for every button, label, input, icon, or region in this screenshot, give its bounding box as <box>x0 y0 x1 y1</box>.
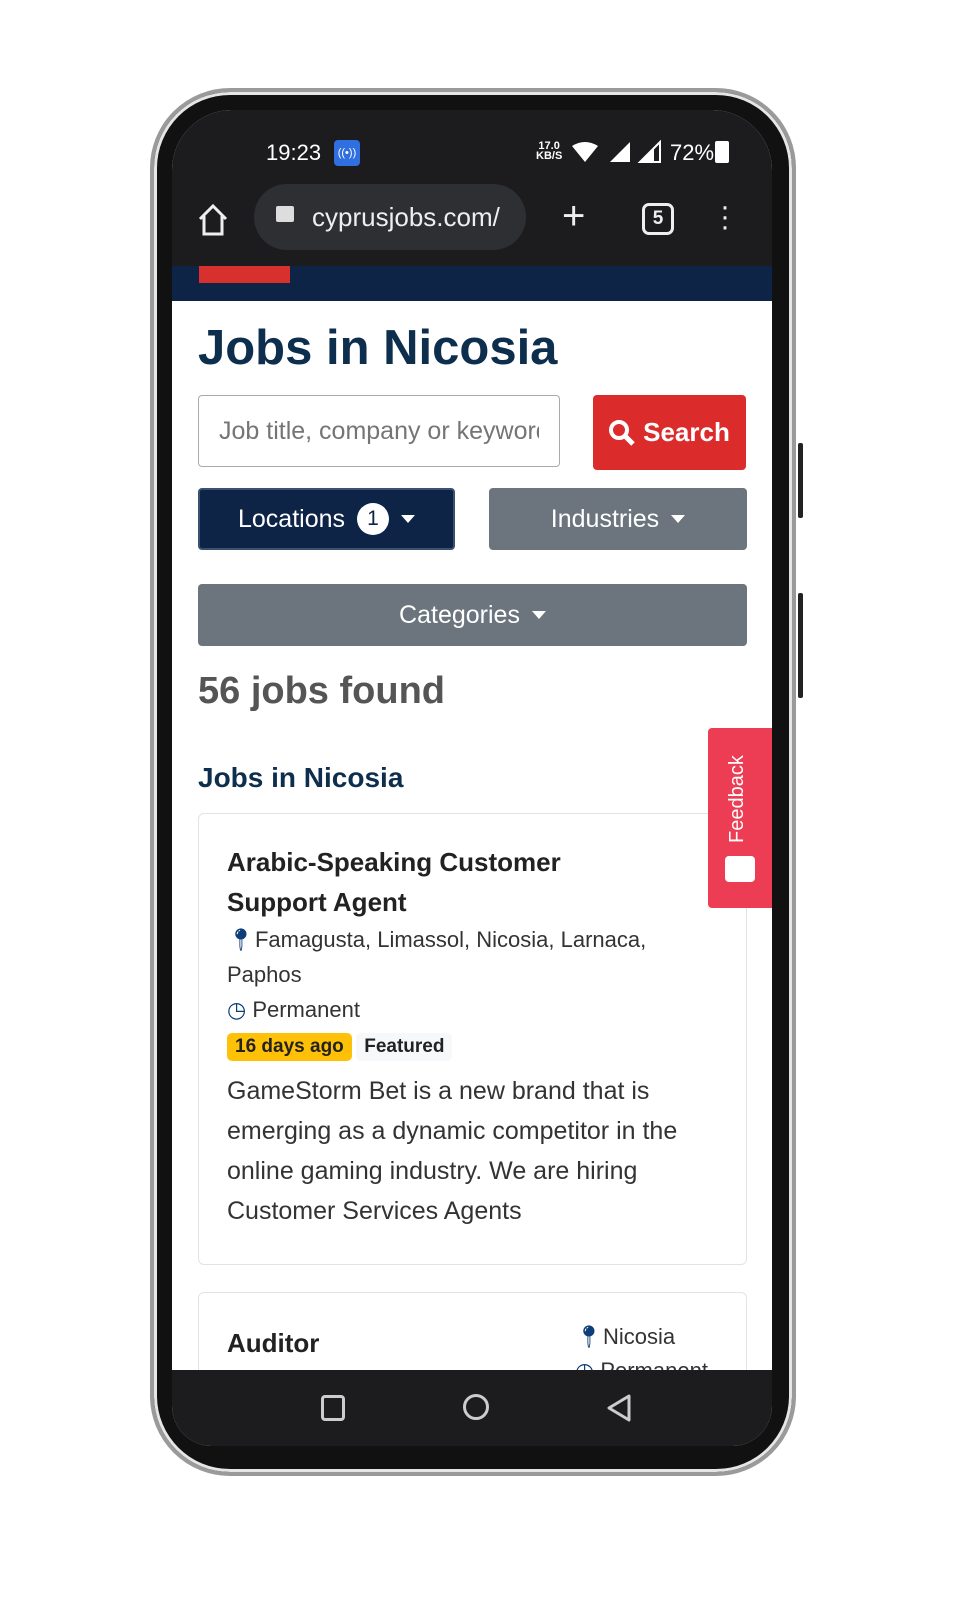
android-nav-bar <box>172 1370 772 1446</box>
caret-down-icon <box>401 515 416 523</box>
net-speed: 17.0 KB/S <box>536 141 563 162</box>
posted-badge: 16 days ago <box>227 1033 352 1061</box>
hotspot-icon: ((•)) <box>334 140 360 166</box>
page-title: Jobs in Nicosia <box>198 321 558 375</box>
job-locations: 📍︎Famagusta, Limassol, Nicosia, Larnaca,… <box>227 922 687 992</box>
industries-label: Industries <box>550 504 660 533</box>
job-description: GameStorm Bet is a new brand that is eme… <box>227 1077 678 1225</box>
feedback-label: Feedback <box>726 755 748 843</box>
categories-dropdown[interactable]: Categories <box>198 584 747 646</box>
wifi-icon <box>572 142 598 162</box>
job-locations-text: Nicosia <box>602 1324 676 1349</box>
signal-icon <box>610 140 661 163</box>
search-icon <box>609 419 635 446</box>
home-icon[interactable] <box>196 203 230 237</box>
battery-icon <box>715 141 729 163</box>
map-pin-icon: 📍︎ <box>227 927 255 952</box>
address-bar[interactable]: cyprusjobs.com/ <box>254 184 526 250</box>
job-title[interactable]: Auditor <box>227 1323 319 1363</box>
caret-down-icon <box>671 515 686 523</box>
url-text: cyprusjobs.com/ <box>312 202 500 232</box>
job-type: ◷ Permanent <box>227 992 718 1027</box>
section-title: Jobs in Nicosia <box>198 762 404 793</box>
new-tab-icon[interactable]: + <box>562 194 585 239</box>
locations-label: Locations <box>237 504 346 533</box>
status-bar: 19:23 ((•)) 17.0 KB/S 72% <box>172 110 772 190</box>
locations-dropdown[interactable]: Locations 1 <box>198 488 455 550</box>
map-pin-icon: 📍︎ <box>575 1324 603 1349</box>
battery-percent: 72% <box>670 140 715 165</box>
back-button[interactable] <box>605 1393 633 1423</box>
site-logo[interactable] <box>199 266 290 283</box>
menu-icon[interactable]: · · · <box>720 192 730 242</box>
search-button[interactable]: Search <box>593 395 746 470</box>
power-button <box>798 593 803 698</box>
job-locations: 📍︎Nicosia <box>575 1319 675 1354</box>
clock-icon: ◷ <box>227 997 253 1022</box>
browser-toolbar: cyprusjobs.com/ + 5 · · · <box>172 184 772 266</box>
phone-screen: 19:23 ((•)) 17.0 KB/S 72% cyprusjobs.com/… <box>172 110 772 1446</box>
feedback-face-icon <box>725 856 755 882</box>
volume-button <box>798 443 803 518</box>
net-speed-unit: KB/S <box>536 150 563 162</box>
featured-badge: Featured <box>356 1033 453 1061</box>
job-title[interactable]: Arabic-Speaking Customer Support Agent <box>227 842 667 922</box>
categories-label: Categories <box>399 600 520 629</box>
search-button-label: Search <box>643 417 730 447</box>
results-count: 56 jobs found <box>198 670 445 712</box>
clock: 19:23 <box>266 140 322 165</box>
locations-count-badge: 1 <box>357 503 390 535</box>
recents-button[interactable] <box>321 1395 345 1421</box>
lock-icon <box>276 206 294 222</box>
job-locations-text: Famagusta, Limassol, Nicosia, Larnaca, P… <box>227 927 647 987</box>
industries-dropdown[interactable]: Industries <box>489 488 747 550</box>
job-card[interactable]: Arabic-Speaking Customer Support Agent 📍… <box>198 813 747 1265</box>
feedback-tab[interactable]: Feedback <box>708 728 772 908</box>
search-input[interactable] <box>198 395 560 467</box>
job-type-text: Permanent <box>252 997 360 1022</box>
tab-count-button[interactable]: 5 <box>642 203 674 235</box>
site-header <box>172 266 772 301</box>
caret-down-icon <box>531 611 546 619</box>
home-button[interactable] <box>463 1394 489 1420</box>
